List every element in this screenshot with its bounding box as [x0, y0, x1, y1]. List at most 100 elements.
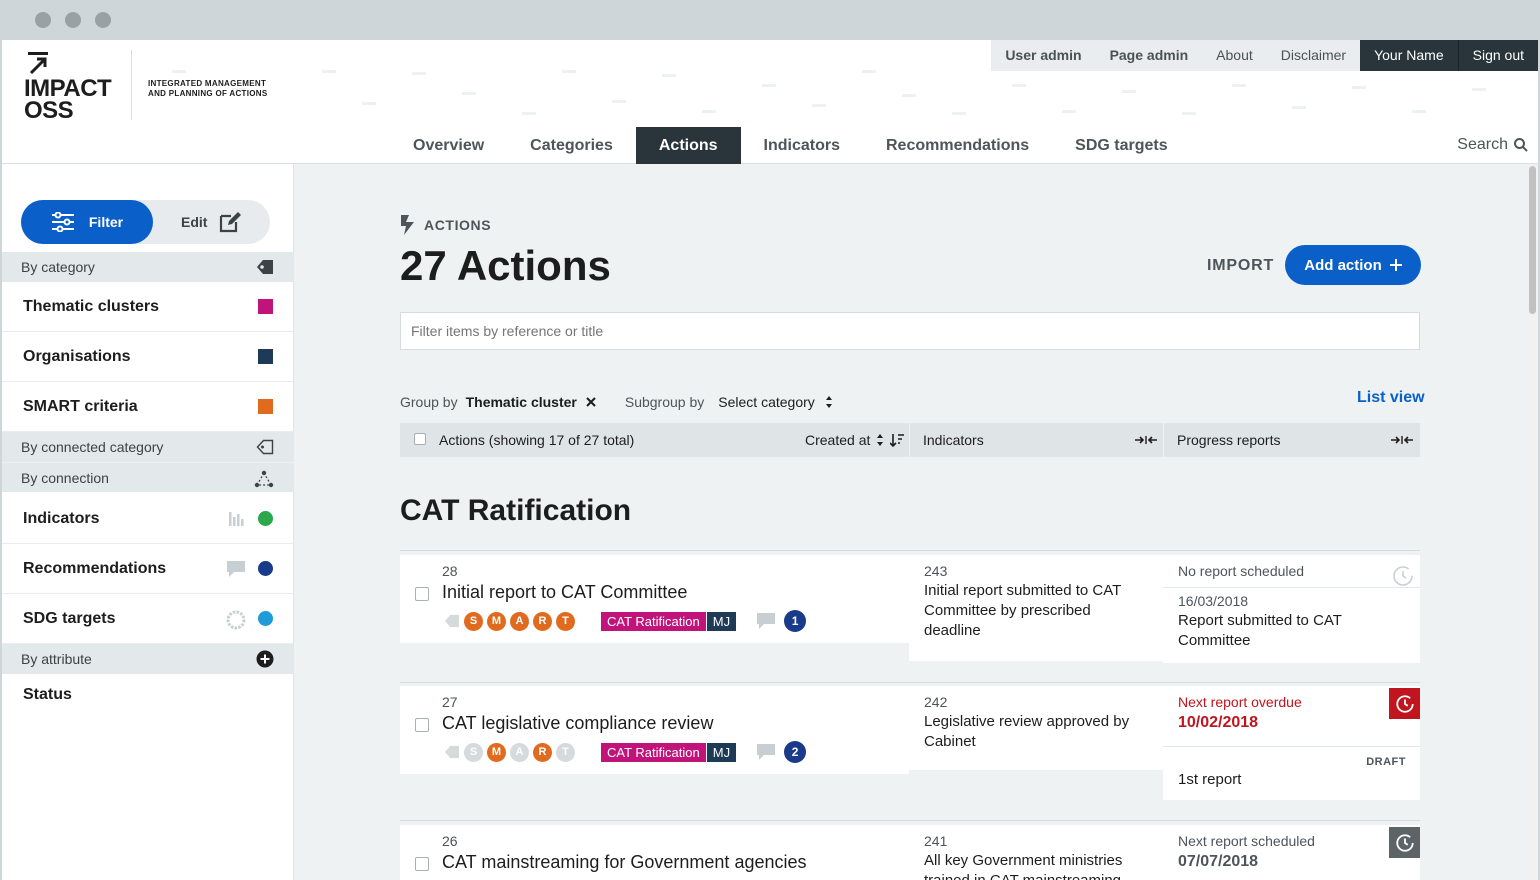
organisations-color-swatch: [258, 349, 273, 364]
site-claim: INTEGRATED MANAGEMENT AND PLANNING OF AC…: [148, 79, 268, 98]
recommendation-count-badge: 2: [784, 741, 807, 763]
organisation-tag[interactable]: MJ: [706, 611, 737, 631]
nav-overview[interactable]: Overview: [390, 127, 507, 164]
bar-chart-icon: [229, 512, 244, 526]
report-due-date: 07/07/2018: [1178, 853, 1259, 870]
row-checkbox[interactable]: [415, 857, 429, 871]
edit-tab[interactable]: Edit: [181, 200, 243, 244]
user-admin-link[interactable]: User admin: [991, 40, 1096, 71]
sort-order-icon[interactable]: [890, 433, 905, 447]
group-by-select[interactable]: Thematic cluster: [466, 394, 577, 410]
app-window: IMPACT OSS INTEGRATED MANAGEMENT AND PLA…: [2, 40, 1538, 880]
add-action-button[interactable]: Add action: [1285, 245, 1421, 285]
nav-sdg-targets[interactable]: SDG targets: [1052, 127, 1190, 164]
table-row: 27 CAT legislative compliance review S M…: [400, 686, 1420, 804]
sliders-icon: [51, 212, 74, 232]
window-minimize-dot[interactable]: [65, 12, 81, 28]
indicator-cell[interactable]: 242 Legislative review approved by Cabin…: [909, 686, 1163, 770]
action-cell[interactable]: 27 CAT legislative compliance review S M…: [400, 686, 909, 774]
scrollbar-thumb[interactable]: [1529, 166, 1536, 314]
expand-reports-icon[interactable]: [1391, 435, 1413, 445]
site-header: IMPACT OSS INTEGRATED MANAGEMENT AND PLA…: [2, 40, 1538, 164]
window-titlebar: [0, 0, 1540, 40]
indicator-cell[interactable]: 241 All key Government ministries traine…: [909, 825, 1163, 880]
progress-report-cell: Next report overdue 10/02/2018 DRAFT 1st…: [1163, 686, 1420, 800]
logo-divider: [131, 50, 132, 120]
speech-bubble-icon: [757, 613, 776, 629]
plus-icon: [1389, 259, 1402, 271]
nav-indicators[interactable]: Indicators: [741, 127, 863, 164]
indicator-title[interactable]: Legislative review approved by Cabinet: [924, 712, 1149, 752]
page-admin-link[interactable]: Page admin: [1095, 40, 1203, 71]
import-button[interactable]: IMPORT: [1207, 257, 1274, 275]
filter-tab[interactable]: Filter: [21, 200, 153, 244]
window-close-dot[interactable]: [35, 12, 51, 28]
add-action-label: Add action: [1304, 256, 1382, 274]
action-ref: 26: [442, 833, 458, 849]
subgroup-by-select[interactable]: Select category: [718, 394, 815, 410]
row-checkbox[interactable]: [415, 587, 429, 601]
sidebar-item-organisations[interactable]: Organisations: [2, 332, 294, 382]
action-cell[interactable]: 26 CAT mainstreaming for Government agen…: [400, 825, 909, 880]
sidebar-item-indicators[interactable]: Indicators: [2, 494, 294, 544]
recommendations-color-dot: [258, 561, 273, 576]
top-navigation: User admin Page admin About Disclaimer Y…: [991, 40, 1538, 71]
logo-wordmark: IMPACT OSS: [24, 75, 112, 124]
indicator-title[interactable]: Initial report submitted to CAT Committe…: [924, 581, 1149, 641]
sdg-wheel-icon: [226, 610, 246, 630]
speech-bubble-icon: [757, 744, 776, 760]
nav-actions[interactable]: Actions: [635, 127, 741, 164]
lightning-icon: [401, 215, 414, 235]
window-maximize-dot[interactable]: [95, 12, 111, 28]
table-header: Actions (showing 17 of 27 total) Created…: [400, 423, 1420, 457]
about-link[interactable]: About: [1202, 40, 1267, 71]
nav-recommendations[interactable]: Recommendations: [863, 127, 1052, 164]
row-checkbox[interactable]: [415, 718, 429, 732]
select-all-checkbox[interactable]: [414, 433, 426, 445]
sidebar-item-sdg-targets[interactable]: SDG targets: [2, 594, 294, 644]
clear-group-icon[interactable]: [585, 396, 597, 408]
action-title[interactable]: CAT legislative compliance review: [442, 713, 713, 734]
overdue-clock-icon: [1389, 688, 1420, 719]
group-by-controls: Group by Thematic cluster Subgroup by Se…: [400, 394, 833, 410]
action-title[interactable]: CAT mainstreaming for Government agencie…: [442, 852, 807, 873]
category-tag[interactable]: CAT Ratification: [601, 611, 706, 631]
user-profile-link[interactable]: Your Name: [1360, 40, 1458, 71]
sidebar-item-recommendations[interactable]: Recommendations: [2, 544, 294, 594]
action-cell[interactable]: 28 Initial report to CAT Committee S M A…: [400, 555, 909, 643]
group-divider: [400, 550, 1420, 551]
by-category-header: By category: [2, 252, 294, 282]
logo-arrow-icon: [28, 52, 48, 74]
indicator-title[interactable]: All key Government ministries trained in…: [924, 851, 1149, 880]
speech-bubble-icon: [227, 561, 245, 577]
nav-categories[interactable]: Categories: [507, 127, 636, 164]
smart-a-badge: A: [510, 742, 529, 762]
smart-a-badge: A: [510, 611, 529, 631]
impact-oss-logo[interactable]: IMPACT OSS: [24, 48, 124, 124]
connection-network-icon: [254, 470, 274, 488]
by-connected-category-header: By connected category: [2, 432, 294, 462]
report-title[interactable]: 1st report: [1178, 770, 1403, 790]
search-button[interactable]: Search: [1457, 136, 1528, 154]
sidebar-item-status[interactable]: Status: [2, 674, 294, 716]
expand-indicators-icon[interactable]: [1135, 435, 1157, 445]
indicator-cell[interactable]: 243 Initial report submitted to CAT Comm…: [909, 555, 1163, 661]
category-tag[interactable]: CAT Ratification: [601, 742, 706, 762]
draft-badge: DRAFT: [1366, 756, 1406, 768]
list-view-link[interactable]: List view: [1357, 389, 1425, 407]
action-title[interactable]: Initial report to CAT Committee: [442, 582, 687, 603]
organisation-tag[interactable]: MJ: [706, 742, 737, 762]
sidebar-item-smart-criteria[interactable]: SMART criteria: [2, 382, 294, 432]
filter-search-input[interactable]: [400, 312, 1420, 350]
smart-r-badge: R: [533, 611, 552, 631]
sign-out-link[interactable]: Sign out: [1457, 40, 1538, 71]
disclaimer-link[interactable]: Disclaimer: [1266, 40, 1361, 71]
sort-created-at[interactable]: Created at: [805, 432, 905, 448]
subgroup-by-label: Subgroup by: [624, 394, 705, 410]
report-due-date: 10/02/2018: [1178, 714, 1259, 731]
sidebar-item-thematic-clusters[interactable]: Thematic clusters: [2, 282, 294, 332]
indicator-ref: 241: [924, 833, 948, 849]
smart-t-badge: T: [556, 611, 575, 631]
filter-edit-toggle: Filter Edit: [21, 200, 270, 244]
report-title[interactable]: Report submitted to CAT Committee: [1178, 611, 1403, 651]
